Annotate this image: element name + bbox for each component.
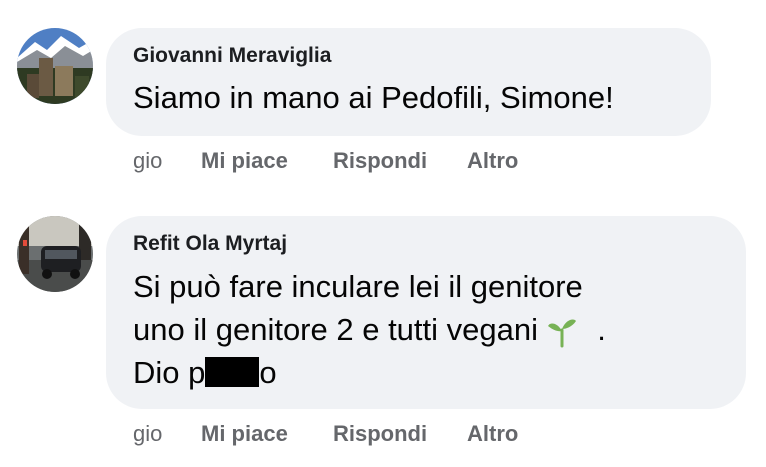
comment-time[interactable]: gio (133, 421, 162, 447)
seedling-icon (547, 312, 577, 360)
comment-text-period: . (597, 312, 606, 347)
comment-text-line-3-prefix: Dio p (133, 355, 206, 390)
comment-text-line-2-content: uno il genitore 2 e tutti vegani (133, 312, 538, 347)
like-button[interactable]: Mi piace (201, 421, 288, 447)
comment-text-line-3: Dio p o (133, 351, 277, 395)
avatar[interactable] (17, 28, 93, 104)
car-street-photo-icon (17, 216, 93, 292)
more-button[interactable]: Altro (467, 148, 518, 174)
mountain-town-photo-icon (17, 28, 93, 104)
reply-button[interactable]: Rispondi (333, 421, 427, 447)
comment-text-line-1: Si può fare inculare lei il genitore (133, 269, 583, 304)
more-button[interactable]: Altro (467, 421, 518, 447)
comment-text: Siamo in mano ai Pedofili, Simone! (133, 80, 614, 115)
like-button[interactable]: Mi piace (201, 148, 288, 174)
reply-button[interactable]: Rispondi (333, 148, 427, 174)
comment-text-line-3-suffix: o (259, 355, 277, 390)
avatar[interactable] (17, 216, 93, 292)
comment-author[interactable]: Refit Ola Myrtaj (133, 232, 287, 256)
comment-author[interactable]: Giovanni Meraviglia (133, 44, 331, 68)
redaction-bar (205, 357, 260, 387)
comment-time[interactable]: gio (133, 148, 162, 174)
